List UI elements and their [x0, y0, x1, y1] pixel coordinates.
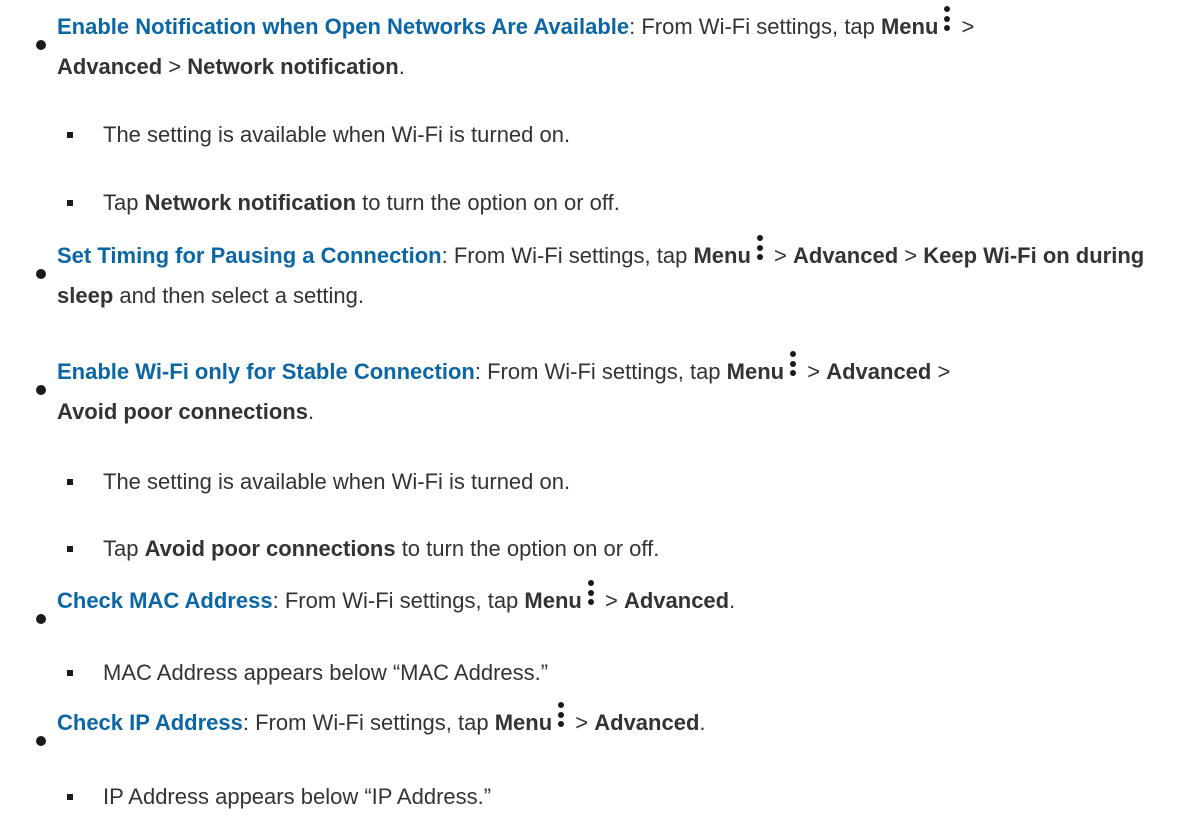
menu-label: Menu — [693, 243, 751, 268]
list-item-notification: Enable Notification when Open Networks A… — [57, 6, 1167, 87]
menu-label: Menu — [494, 710, 553, 735]
sub-bullet — [67, 670, 73, 676]
menu-label: Menu — [880, 14, 939, 39]
bullet — [36, 736, 46, 746]
menu-label: Menu — [726, 359, 785, 384]
kebab-menu-icon — [788, 351, 798, 381]
sub-bullet — [67, 794, 73, 800]
item-title: Check MAC Address — [57, 588, 273, 613]
item-title: Set Timing for Pausing a Connection — [57, 243, 442, 268]
separator: > — [955, 14, 975, 39]
advanced-label: Advanced — [594, 710, 700, 735]
item-title: Enable Wi-Fi only for Stable Connection — [57, 359, 475, 384]
sub-item: Tap Avoid poor connections to turn the o… — [103, 536, 660, 561]
instruction-text: From Wi-Fi settings, tap — [635, 14, 881, 39]
list-item-ip: Check IP Address: From Wi-Fi settings, t… — [57, 702, 1167, 743]
separator: > — [162, 54, 188, 79]
item-title: Check IP Address — [57, 710, 243, 735]
bullet — [36, 40, 46, 50]
document: Enable Notification when Open Networks A… — [0, 0, 1177, 827]
advanced-label: Advanced — [57, 54, 163, 79]
sub-item: IP Address appears below “IP Address.” — [103, 784, 492, 809]
bullet — [36, 614, 46, 624]
bullet — [36, 385, 46, 395]
item-title: Enable Notification when Open Networks A… — [57, 14, 630, 39]
sub-bullet — [67, 479, 73, 485]
list-item-timing: Set Timing for Pausing a Connection: Fro… — [57, 235, 1167, 316]
bullet — [36, 269, 46, 279]
sub-item: The setting is available when Wi-Fi is t… — [103, 469, 571, 494]
kebab-menu-icon — [586, 580, 596, 610]
kebab-menu-icon — [556, 702, 566, 732]
list-item-stable: Enable Wi-Fi only for Stable Connection:… — [57, 351, 1167, 432]
sub-item: MAC Address appears below “MAC Address.” — [103, 660, 549, 685]
setting-label: Network notification — [144, 190, 357, 215]
setting-label: Network notification — [187, 54, 399, 79]
sub-bullet — [67, 546, 73, 552]
kebab-menu-icon — [755, 235, 765, 265]
sub-item: The setting is available when Wi-Fi is t… — [103, 122, 571, 147]
advanced-label: Advanced — [826, 359, 932, 384]
kebab-menu-icon — [942, 6, 952, 36]
list-item-mac: Check MAC Address: From Wi-Fi settings, … — [57, 580, 1167, 621]
setting-label: Avoid poor connections — [144, 536, 396, 561]
advanced-label: Advanced — [623, 588, 730, 613]
setting-label: Avoid poor connections — [57, 399, 308, 424]
advanced-label: Advanced — [793, 243, 899, 268]
sentence-end: . — [398, 54, 405, 79]
sub-bullet — [67, 132, 73, 138]
sub-item: Tap Network notification to turn the opt… — [103, 190, 620, 215]
menu-label: Menu — [524, 588, 582, 613]
sub-bullet — [67, 200, 73, 206]
